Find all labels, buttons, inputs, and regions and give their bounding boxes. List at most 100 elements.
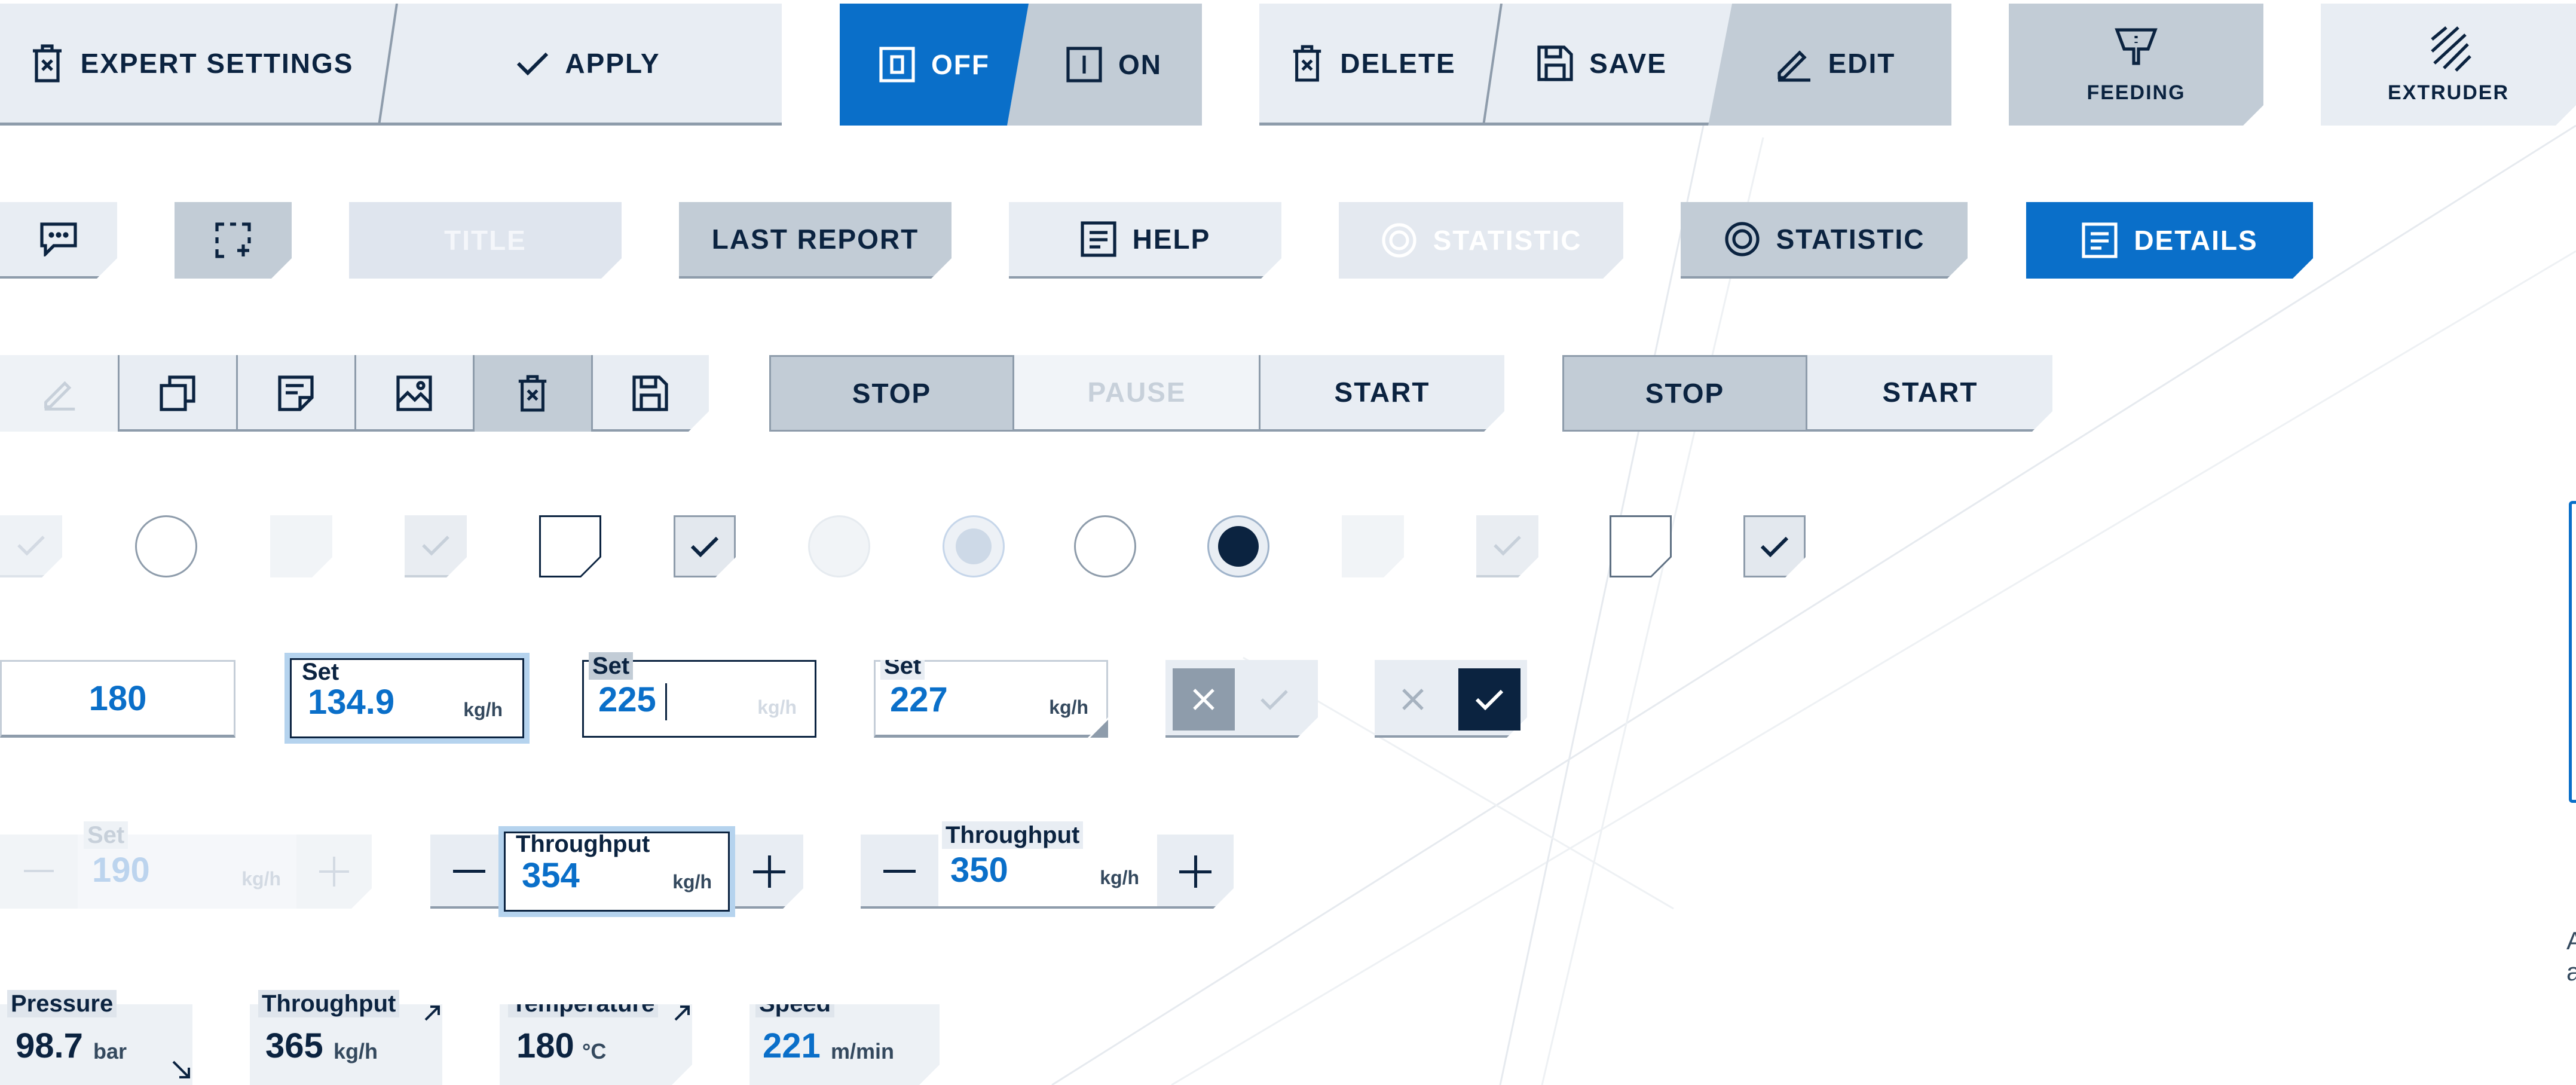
set-input-editing[interactable]: Set 225 kg/h [582, 652, 816, 738]
edge-panel [2569, 501, 2576, 803]
stepper-input[interactable]: Set 190 kg/h [78, 821, 296, 909]
checkbox-checked[interactable] [674, 515, 736, 577]
help-label: HELP [1132, 224, 1211, 255]
cancel-toggle[interactable] [1382, 668, 1444, 731]
decrement-button[interactable] [861, 835, 938, 909]
expert-settings-button[interactable]: EXPERT SETTINGS [0, 4, 383, 123]
trend-down-icon [172, 1060, 190, 1078]
readout-value: 180 [516, 1026, 574, 1065]
apply-button[interactable]: APPLY [394, 4, 782, 123]
stop-button[interactable]: STOP [769, 355, 1014, 432]
pencil-icon [1775, 44, 1813, 82]
toolbar-divider [591, 355, 593, 432]
save-button[interactable]: SAVE [1491, 4, 1712, 123]
select-area-icon [215, 222, 252, 259]
title-button[interactable]: TITLE [349, 202, 622, 279]
field-value: 227 [890, 680, 948, 719]
toolbar-edit-disabled[interactable] [0, 355, 118, 432]
toolbar-delete[interactable] [473, 355, 592, 432]
edit-label: EDIT [1828, 48, 1896, 79]
minus-icon [453, 870, 485, 873]
radio-unchecked[interactable] [135, 515, 197, 577]
select-area-button[interactable] [175, 202, 292, 279]
increment-button[interactable] [296, 835, 372, 909]
feeding-label: FEEDING [2087, 81, 2186, 104]
extruder-button[interactable]: EXTRUDER [2321, 4, 2576, 126]
increment-button[interactable] [735, 835, 803, 909]
check-icon [690, 534, 720, 558]
set-input[interactable]: Set 227 kg/h [874, 660, 1108, 738]
details-button[interactable]: DETAILS [2026, 202, 2313, 279]
start-button[interactable]: START [1808, 355, 2052, 429]
decrement-button[interactable] [0, 835, 78, 909]
plus-icon [753, 855, 785, 888]
toolbar-save[interactable] [592, 355, 709, 432]
last-report-button[interactable]: LAST REPORT [679, 202, 952, 279]
toolbar-image[interactable] [355, 355, 473, 432]
checkbox-unchecked-disabled[interactable] [270, 515, 332, 577]
corner-marker [1090, 720, 1108, 738]
toolbar-divider [354, 355, 356, 432]
checkbox-unchecked[interactable] [539, 515, 601, 577]
stop-button[interactable]: STOP [1562, 355, 1807, 432]
stepper-input[interactable]: Throughput 350 kg/h [938, 821, 1157, 909]
on-icon [1066, 46, 1103, 83]
checkbox-checked[interactable] [1743, 515, 1806, 577]
temperature-readout: Temperature 180 °C [500, 1004, 692, 1085]
statistic-icon [1381, 222, 1418, 259]
help-button[interactable]: HELP [1009, 202, 1281, 279]
pause-button[interactable]: PAUSE [1014, 355, 1259, 429]
checkbox-unchecked-disabled[interactable] [1342, 515, 1404, 577]
toolbar-divider [473, 355, 475, 432]
pencil-icon [41, 375, 77, 411]
cancel-toggle[interactable] [1173, 668, 1235, 731]
statistic-button[interactable]: STATISTIC [1681, 202, 1968, 279]
save-icon [1537, 45, 1574, 82]
check-icon [1261, 690, 1288, 710]
stepper-input[interactable]: Throughput 354 kg/h [498, 826, 735, 917]
note-icon [277, 375, 314, 412]
increment-button[interactable] [1157, 835, 1234, 909]
radio-selected-disabled[interactable] [943, 515, 1005, 577]
confirm-toggle-check[interactable] [1243, 668, 1305, 731]
value-text: 180 [88, 679, 147, 718]
plus-icon [1179, 855, 1211, 888]
start-label: START [1334, 377, 1430, 408]
radio-disabled[interactable] [808, 515, 870, 577]
toolbar-note[interactable] [237, 355, 355, 432]
comment-icon [39, 222, 78, 256]
radio-selected[interactable] [1207, 515, 1269, 577]
checkbox-checked-disabled[interactable] [1476, 515, 1538, 577]
checkbox-unchecked[interactable] [1610, 515, 1672, 577]
comment-button[interactable] [0, 202, 117, 279]
field-unit: kg/h [672, 871, 712, 893]
start-label: START [1882, 377, 1978, 408]
last-report-label: LAST REPORT [711, 224, 919, 255]
field-unit: kg/h [463, 699, 503, 720]
value-input[interactable]: 180 [0, 660, 235, 738]
off-button[interactable]: OFF [840, 4, 1029, 126]
readout-unit: °C [582, 1039, 607, 1063]
image-icon [396, 375, 433, 412]
radio-unchecked[interactable] [1074, 515, 1136, 577]
statistic-disabled-button[interactable]: STATISTIC [1339, 202, 1623, 279]
delete-icon [1290, 44, 1324, 82]
delete-button[interactable]: DELETE [1259, 4, 1486, 123]
set-input-focused[interactable]: Set 134.9 kg/h [284, 653, 530, 744]
field-unit: kg/h [1100, 867, 1139, 888]
toolbar-copy[interactable] [118, 355, 237, 432]
feeding-button[interactable]: FEEDING [2009, 4, 2263, 126]
confirm-toggle-check[interactable] [1458, 668, 1520, 731]
edge-text-1: A [2566, 927, 2576, 955]
readout-label: Throughput [258, 990, 400, 1017]
field-unit: kg/h [241, 868, 281, 890]
start-button[interactable]: START [1260, 355, 1504, 429]
field-label: Throughput [516, 831, 650, 857]
checkbox-checked-disabled[interactable] [405, 515, 467, 577]
checkbox-checked-disabled[interactable] [0, 515, 62, 577]
pressure-readout: Pressure 98.7 bar [0, 990, 192, 1085]
edit-button[interactable]: EDIT [1721, 4, 1948, 123]
on-button[interactable]: ON [1026, 4, 1202, 126]
decrement-button[interactable] [430, 835, 508, 909]
delete-icon [515, 374, 550, 412]
